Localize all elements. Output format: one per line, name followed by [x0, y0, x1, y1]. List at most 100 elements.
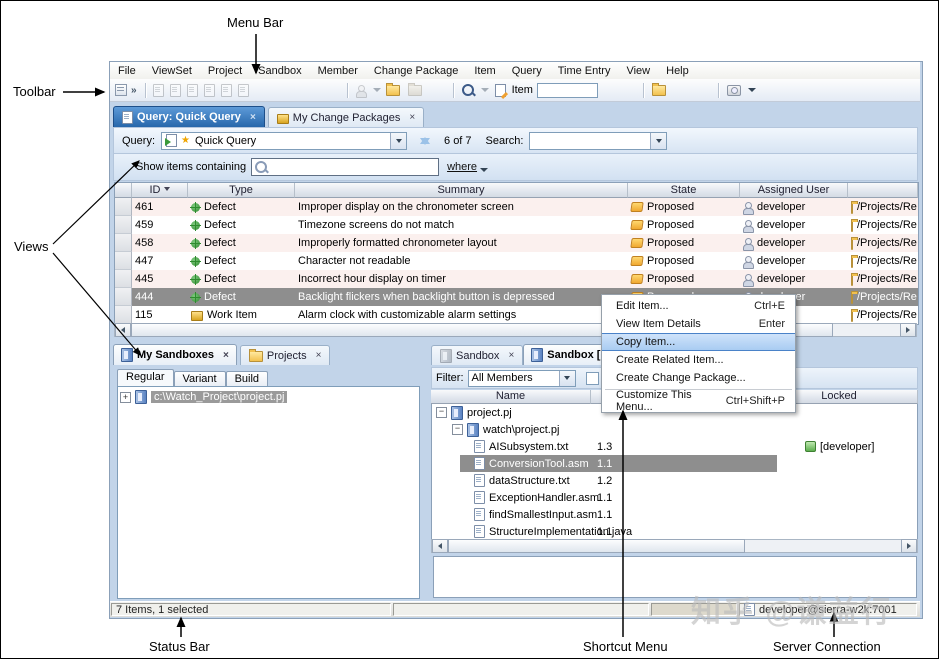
- tab-my-change-packages[interactable]: My Change Packages: [268, 107, 424, 127]
- header-project[interactable]: [848, 183, 918, 198]
- tree-item-file[interactable]: dataStructure.txt 1.2: [432, 472, 917, 489]
- scroll-thumb[interactable]: [448, 539, 745, 553]
- query-combobox[interactable]: Quick Query: [161, 132, 407, 150]
- close-tab-icon[interactable]: [409, 112, 415, 123]
- dropdown-arrow-icon[interactable]: [481, 88, 489, 96]
- contains-input[interactable]: [251, 158, 439, 176]
- tree-item-file[interactable]: ExceptionHandler.asm 1.1: [432, 489, 917, 506]
- toolbar-doc-icon-6[interactable]: [238, 84, 249, 97]
- row-selector[interactable]: [115, 216, 132, 234]
- menubar-item[interactable]: Project: [200, 64, 250, 78]
- row-selector[interactable]: [115, 252, 132, 270]
- toolbar-doc-icon-5[interactable]: [221, 84, 232, 97]
- viewset-icon[interactable]: [115, 84, 127, 96]
- header-summary[interactable]: Summary: [295, 183, 628, 198]
- menu-item-copy-item[interactable]: Copy Item...: [602, 333, 795, 351]
- tree-item-file[interactable]: StructureImplementation.java 1.1: [432, 523, 917, 540]
- close-tab-icon[interactable]: [316, 350, 322, 361]
- snapshot-icon[interactable]: [727, 85, 741, 96]
- toolbar-doc-icon-3[interactable]: [187, 84, 198, 97]
- tab-query-quick-query[interactable]: Query: Quick Query: [113, 106, 265, 127]
- menubar-item[interactable]: Sandbox: [250, 64, 309, 78]
- sandbox-hscrollbar[interactable]: [431, 539, 918, 553]
- menubar-item[interactable]: Item: [466, 64, 503, 78]
- collapse-icon[interactable]: [436, 407, 447, 418]
- menu-item-view-item-details[interactable]: View Item Details Enter: [602, 315, 795, 333]
- menubar-item[interactable]: File: [110, 64, 144, 78]
- member-icon[interactable]: [356, 85, 366, 96]
- search-icon[interactable]: [462, 84, 474, 96]
- menubar-item[interactable]: Query: [504, 64, 550, 78]
- item-id-input[interactable]: [537, 83, 598, 98]
- header-state[interactable]: State: [628, 183, 740, 198]
- filter-combobox[interactable]: All Members: [468, 370, 576, 387]
- tree-item-root-sandbox[interactable]: c:\Watch_Project\project.pj: [118, 387, 419, 407]
- menubar-item[interactable]: Time Entry: [550, 64, 619, 78]
- subtab-regular[interactable]: Regular: [117, 369, 174, 386]
- table-row-selected[interactable]: 444 Defect Backlight flickers when backl…: [115, 288, 918, 306]
- row-selector[interactable]: [115, 306, 132, 324]
- table-row[interactable]: 445 Defect Incorrect hour display on tim…: [115, 270, 918, 288]
- menubar-item[interactable]: Help: [658, 64, 697, 78]
- close-tab-icon[interactable]: [250, 112, 256, 123]
- collapse-icon[interactable]: [452, 424, 463, 435]
- table-row[interactable]: 447 Defect Character not readable Propos…: [115, 252, 918, 270]
- tab-sandbox[interactable]: Sandbox: [431, 345, 523, 365]
- change-package-icon[interactable]: [652, 85, 666, 96]
- updown-navigate-icon[interactable]: [419, 131, 432, 151]
- header-type[interactable]: Type: [188, 183, 295, 198]
- dropdown-arrow-icon[interactable]: [373, 88, 381, 96]
- filter-checkbox[interactable]: [586, 372, 599, 385]
- search-combobox[interactable]: [529, 132, 667, 150]
- scroll-left-button[interactable]: [432, 539, 448, 553]
- header-name[interactable]: Name: [431, 390, 591, 404]
- dropdown-button[interactable]: [559, 371, 575, 386]
- table-row[interactable]: 115 Work Item Alarm clock with customiza…: [115, 306, 918, 324]
- tree-item-file-selected[interactable]: ConversionTool.asm 1.1: [432, 455, 917, 472]
- menu-item-create-related-item[interactable]: Create Related Item...: [602, 351, 795, 369]
- menu-item-create-change-package[interactable]: Create Change Package...: [602, 369, 795, 387]
- tree-item-file[interactable]: findSmallestInput.asm 1.1: [432, 506, 917, 523]
- tab-projects[interactable]: Projects: [240, 345, 331, 365]
- table-row[interactable]: 461 Defect Improper display on the chron…: [115, 198, 918, 216]
- subtab-variant[interactable]: Variant: [174, 371, 226, 386]
- row-selector[interactable]: [115, 270, 132, 288]
- dropdown-button[interactable]: [390, 133, 406, 149]
- close-tab-icon[interactable]: [508, 350, 514, 361]
- detail-text-area[interactable]: [433, 556, 917, 598]
- menu-item-edit-item[interactable]: Edit Item... Ctrl+E: [602, 297, 795, 315]
- header-assigned-user[interactable]: Assigned User: [740, 183, 848, 198]
- toolbar-doc-icon-2[interactable]: [170, 84, 181, 97]
- tree-item-subproject[interactable]: watch\project.pj: [432, 421, 917, 438]
- menubar-item[interactable]: Member: [310, 64, 366, 78]
- scroll-right-button[interactable]: [901, 539, 917, 553]
- expand-icon[interactable]: [120, 392, 131, 403]
- items-table-hscrollbar[interactable]: [114, 323, 917, 337]
- dropdown-arrow-icon[interactable]: [748, 88, 756, 96]
- scroll-right-button[interactable]: [900, 323, 916, 337]
- where-link[interactable]: where: [447, 161, 477, 173]
- tree-item-file[interactable]: AISubsystem.txt 1.3 [developer]: [432, 438, 917, 455]
- menu-item-customize-this-menu[interactable]: Customize This Menu... Ctrl+Shift+P: [602, 392, 795, 410]
- subtab-build[interactable]: Build: [226, 371, 268, 386]
- table-row[interactable]: 459 Defect Timezone screens do not match…: [115, 216, 918, 234]
- menubar-item[interactable]: Change Package: [366, 64, 466, 78]
- open-project-icon[interactable]: [386, 85, 400, 96]
- menubar-item[interactable]: View: [618, 64, 658, 78]
- where-dropdown-icon[interactable]: [480, 168, 488, 176]
- menubar-item[interactable]: ViewSet: [144, 64, 200, 78]
- dropdown-button[interactable]: [650, 133, 666, 149]
- open-sandbox-icon[interactable]: [408, 85, 422, 96]
- table-row[interactable]: 458 Defect Improperly formatted chronome…: [115, 234, 918, 252]
- toolbar-doc-icon-4[interactable]: [204, 84, 215, 97]
- scroll-left-button[interactable]: [115, 323, 131, 337]
- overflow-chevron-icon[interactable]: [131, 85, 137, 96]
- row-selector[interactable]: [115, 234, 132, 252]
- header-id[interactable]: ID: [132, 183, 188, 198]
- header-selector[interactable]: [115, 183, 132, 198]
- tab-my-sandboxes[interactable]: My Sandboxes: [113, 344, 237, 365]
- row-selector[interactable]: [115, 288, 132, 306]
- close-tab-icon[interactable]: [223, 350, 229, 361]
- toolbar-doc-icon-1[interactable]: [153, 84, 164, 97]
- row-selector[interactable]: [115, 198, 132, 216]
